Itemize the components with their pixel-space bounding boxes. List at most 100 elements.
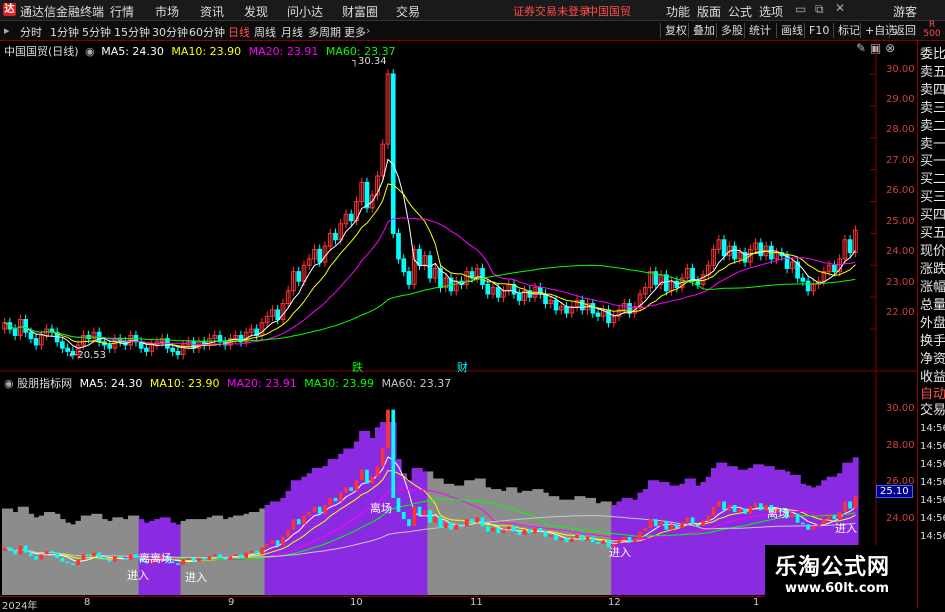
indicator-zone-bar: [632, 499, 639, 595]
candle-body: [406, 271, 412, 285]
signal-label: 进入: [609, 546, 631, 559]
event-tag-fall[interactable]: 跌: [352, 359, 363, 375]
indicator-candle: [485, 526, 490, 532]
indicator-candle: [260, 547, 264, 555]
indicator-zone-bar: [290, 480, 297, 595]
signal-label: 离场: [370, 502, 392, 515]
side-item-sell5[interactable]: 卖五: [920, 65, 945, 81]
indicator-candle: [207, 556, 212, 560]
trade-time: 14:56: [920, 423, 945, 434]
indicator-candle: [29, 552, 33, 557]
chart-canvas[interactable]: [0, 0, 945, 609]
trade-time: 14:56: [920, 531, 945, 542]
side-item-turnover[interactable]: 换手: [920, 334, 945, 350]
indicator-candle: [44, 550, 49, 555]
side-item-change[interactable]: 涨跌: [920, 262, 945, 278]
indicator-candle: [701, 520, 705, 527]
indicator-zone-bar: [327, 459, 334, 595]
side-item-trade[interactable]: 交易: [920, 403, 945, 419]
trade-time: 14:56: [920, 495, 945, 506]
candle-body: [170, 347, 176, 352]
indicator-zone-bar: [674, 485, 681, 595]
indicator-candle: [738, 508, 742, 513]
indicator-zone-bar: [437, 478, 444, 595]
y-tick-main: 26.00: [886, 185, 915, 196]
indicator-candle: [281, 536, 285, 546]
indicator-zone-bar: [317, 467, 323, 595]
indicator-candle: [622, 536, 627, 541]
indicator-candle: [181, 559, 186, 565]
indicator-candle: [428, 510, 432, 523]
indicator-candle: [197, 557, 201, 562]
indicator-zone-bar: [275, 501, 281, 595]
y-tick-main: 29.00: [886, 94, 915, 105]
indicator-candle: [370, 476, 375, 484]
indicator-zone-bar: [338, 453, 344, 595]
indicator-candle: [312, 506, 317, 513]
indicator-candle: [711, 506, 716, 516]
side-item-buy3[interactable]: 买三: [920, 190, 945, 206]
indicator-candle: [60, 557, 65, 562]
candle-body: [695, 280, 701, 285]
candle-body: [333, 232, 338, 241]
event-tag-finance[interactable]: 财: [457, 359, 468, 375]
side-item-ratio[interactable]: 委比: [920, 47, 945, 63]
ind-legend-ma20: MA20: 23.91: [227, 377, 297, 390]
side-item-sell2[interactable]: 卖二: [920, 119, 945, 135]
indicator-candle: [669, 524, 674, 530]
indicator-zone-bar: [322, 466, 329, 595]
indicator-candle: [753, 503, 758, 507]
candle-body: [485, 283, 491, 295]
indicator-candle: [512, 526, 516, 532]
side-item-earnings[interactable]: 收益: [920, 370, 945, 386]
indicator-candle: [349, 487, 354, 491]
trade-time: 14:56: [920, 477, 945, 488]
indicator-candle: [722, 501, 726, 511]
indicator-zone-bar: [311, 467, 318, 595]
quote-side-panel: 委比 卖五 卖四 卖三 卖二 卖一 买一 买二 买三 买四 买五 现价 涨跌 涨…: [917, 41, 945, 609]
indicator-zone-bar: [737, 469, 744, 595]
indicator-zone-bar: [658, 482, 665, 595]
candle-body: [60, 341, 65, 349]
indicator-candle: [470, 519, 474, 523]
indicator-candle: [533, 527, 537, 534]
side-item-buy4[interactable]: 买四: [920, 208, 945, 224]
candle-body: [107, 344, 112, 349]
indicator-candle: [837, 512, 842, 520]
indicator-candle: [2, 547, 7, 551]
candle-body: [390, 73, 396, 234]
ind-legend-ma10: MA10: 23.90: [149, 377, 220, 390]
indicator-candle: [202, 557, 207, 560]
y-tick-indicator: 30.00: [886, 403, 915, 414]
side-item-auto[interactable]: 自动: [920, 387, 945, 403]
side-item-sell4[interactable]: 卖四: [920, 83, 945, 99]
indicator-candle: [113, 556, 117, 562]
signal-label: 进入: [835, 522, 857, 535]
indicator-candle: [128, 554, 133, 560]
side-item-sell3[interactable]: 卖三: [920, 101, 945, 117]
indicator-candle: [653, 519, 658, 527]
y-tick-main: 23.00: [886, 277, 915, 288]
candle-body: [175, 350, 181, 356]
side-item-net-assets[interactable]: 净资: [920, 352, 945, 368]
indicator-candle: [527, 529, 532, 534]
indicator-zone-bar: [679, 483, 686, 595]
candle-body: [348, 213, 354, 222]
indicator-zone-bar: [705, 476, 712, 595]
side-item-price[interactable]: 现价: [920, 244, 945, 260]
signal-label: 进入: [185, 571, 207, 584]
indicator-dropdown-icon[interactable]: ◉: [4, 377, 14, 390]
indicator-zone-bar: [2, 508, 8, 595]
side-item-sell1[interactable]: 卖一: [920, 137, 945, 153]
indicator-candle: [596, 542, 600, 544]
side-item-change-pct[interactable]: 涨幅: [920, 280, 945, 296]
side-item-buy2[interactable]: 买二: [920, 172, 945, 188]
candle-body: [805, 280, 811, 292]
candle-body: [579, 299, 585, 311]
indicator-candle: [186, 557, 191, 560]
watermark-title: 乐淘公式网: [775, 555, 891, 580]
side-item-buy1[interactable]: 买一: [920, 154, 945, 170]
side-item-outer[interactable]: 外盘: [920, 316, 945, 332]
side-item-buy5[interactable]: 买五: [920, 226, 945, 242]
side-item-volume[interactable]: 总量: [920, 298, 945, 314]
